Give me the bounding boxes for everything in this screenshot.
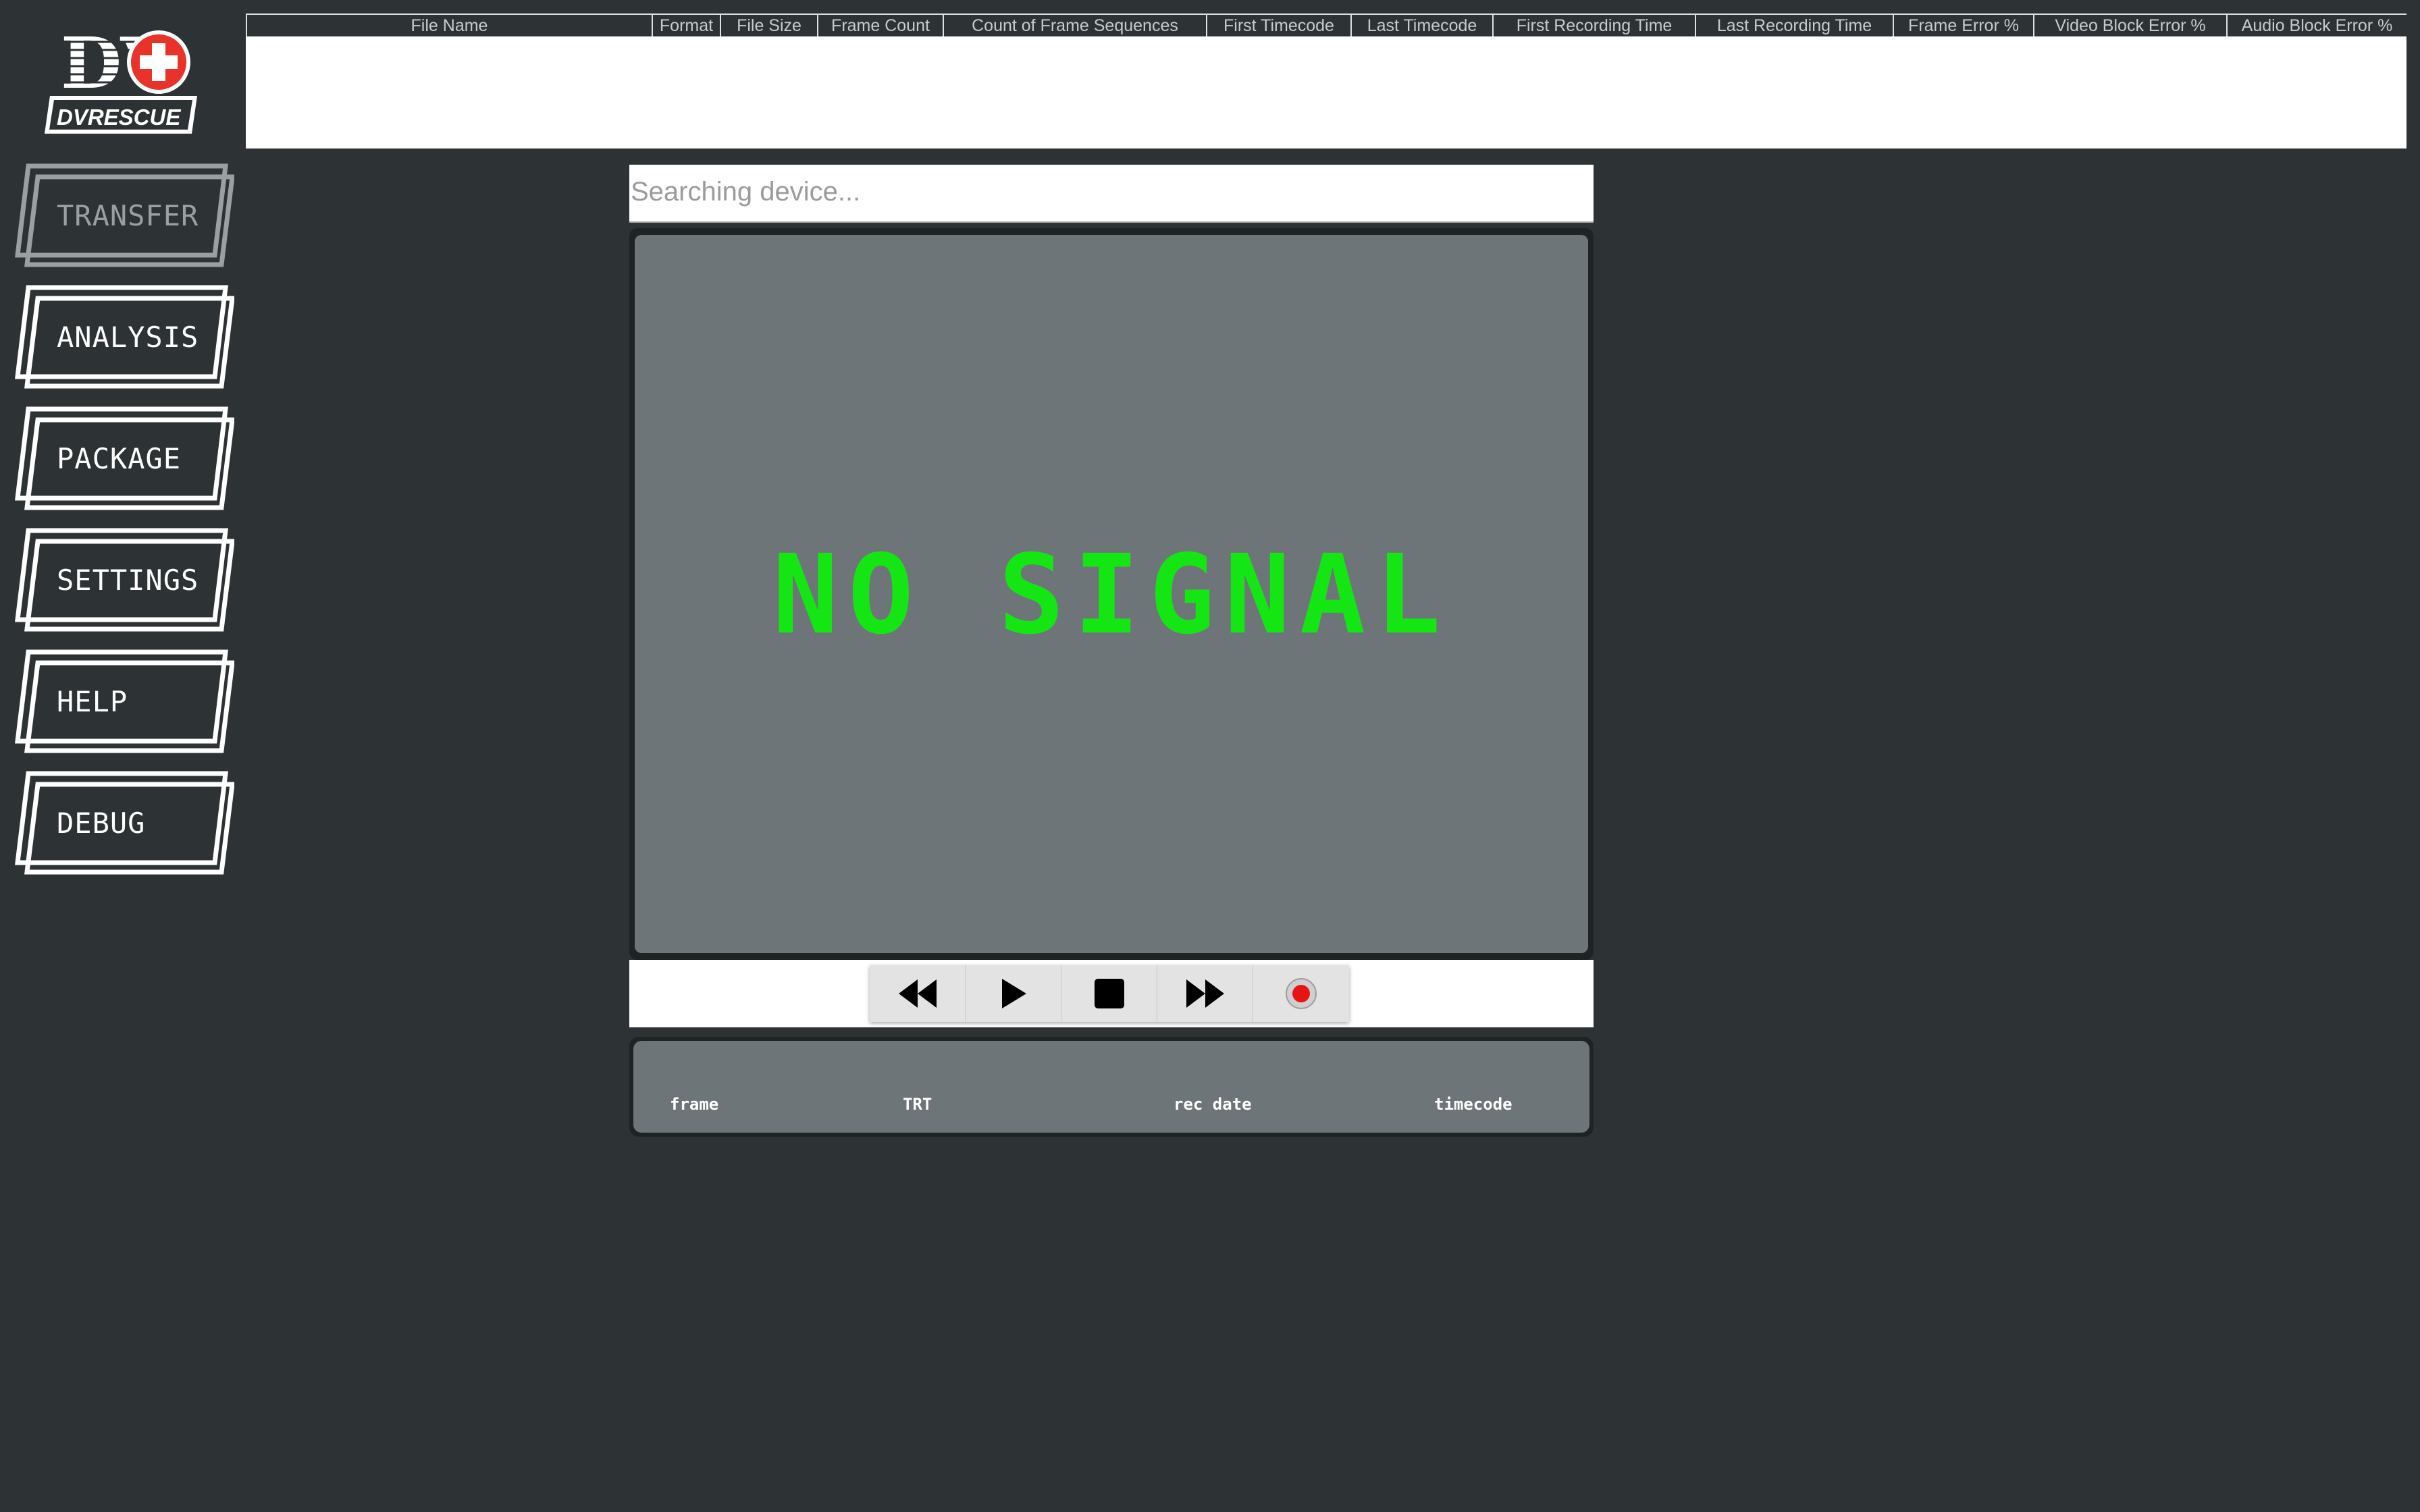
- sidebar-item-settings[interactable]: SETTINGS: [15, 528, 234, 632]
- column-header-frame-sequences[interactable]: Count of Frame Sequences: [943, 15, 1206, 36]
- file-table-body[interactable]: [246, 36, 2406, 148]
- trt-label: TRT: [903, 1095, 932, 1114]
- transport-bar: [629, 960, 1594, 1027]
- video-monitor: NO SIGNAL: [629, 228, 1594, 960]
- sidebar-item-label: HELP: [57, 685, 128, 718]
- column-header-frame-count[interactable]: Frame Count: [817, 15, 943, 36]
- sidebar-item-debug[interactable]: DEBUG: [15, 771, 234, 875]
- stop-icon: [1094, 979, 1124, 1008]
- rewind-icon: [898, 979, 937, 1008]
- sidebar-item-label: PACKAGE: [57, 442, 182, 475]
- file-table[interactable]: File Name Format File Size Frame Count C…: [246, 14, 2406, 148]
- column-header-last-timecode[interactable]: Last Timecode: [1350, 15, 1492, 36]
- play-icon: [1001, 979, 1026, 1008]
- sidebar-item-label: TRANSFER: [57, 199, 199, 232]
- video-screen: NO SIGNAL: [635, 235, 1588, 953]
- device-status-text: Searching device...: [631, 177, 861, 207]
- transport-controls: [870, 965, 1349, 1022]
- record-icon: [1286, 978, 1317, 1009]
- column-header-last-recording-time[interactable]: Last Recording Time: [1695, 15, 1893, 36]
- column-header-frame-error[interactable]: Frame Error %: [1893, 15, 2033, 36]
- app-window: DV DVRESCUE TRANSFER ANALYSIS PACKAGE SE…: [0, 0, 2420, 1512]
- stop-button[interactable]: [1061, 965, 1157, 1022]
- rec-date-label: rec date: [1174, 1095, 1252, 1114]
- sidebar-item-label: DEBUG: [57, 807, 146, 840]
- file-table-header: File Name Format File Size Frame Count C…: [246, 14, 2406, 36]
- device-selector[interactable]: Searching device...: [629, 165, 1594, 223]
- no-signal-message: NO SIGNAL: [772, 532, 1450, 659]
- dvrescue-logo: DV DVRESCUE: [41, 20, 203, 138]
- column-header-file-size[interactable]: File Size: [720, 15, 817, 36]
- sidebar-item-package[interactable]: PACKAGE: [15, 406, 234, 511]
- frame-label: frame: [670, 1095, 719, 1114]
- sidebar-item-analysis[interactable]: ANALYSIS: [15, 285, 234, 389]
- record-button[interactable]: [1253, 965, 1349, 1022]
- column-header-format[interactable]: Format: [652, 15, 720, 36]
- svg-text:DVRESCUE: DVRESCUE: [57, 105, 181, 130]
- fast-forward-icon: [1186, 979, 1224, 1008]
- sidebar-item-label: ANALYSIS: [57, 321, 199, 354]
- timecode-panel: frame TRT rec date timecode: [629, 1037, 1594, 1137]
- column-header-first-recording-time[interactable]: First Recording Time: [1492, 15, 1695, 36]
- timecode-panel-inner: frame TRT rec date timecode: [633, 1041, 1589, 1133]
- column-header-file-name[interactable]: File Name: [246, 15, 652, 36]
- fast-forward-button[interactable]: [1157, 965, 1253, 1022]
- sidebar-item-transfer[interactable]: TRANSFER: [15, 163, 234, 268]
- play-button[interactable]: [966, 965, 1061, 1022]
- column-header-audio-block-error[interactable]: Audio Block Error %: [2226, 15, 2406, 36]
- sidebar-item-label: SETTINGS: [57, 564, 199, 597]
- timecode-label: timecode: [1434, 1095, 1512, 1114]
- sidebar-item-help[interactable]: HELP: [15, 649, 234, 754]
- column-header-first-timecode[interactable]: First Timecode: [1206, 15, 1350, 36]
- column-header-video-block-error[interactable]: Video Block Error %: [2033, 15, 2226, 36]
- rewind-button[interactable]: [870, 965, 966, 1022]
